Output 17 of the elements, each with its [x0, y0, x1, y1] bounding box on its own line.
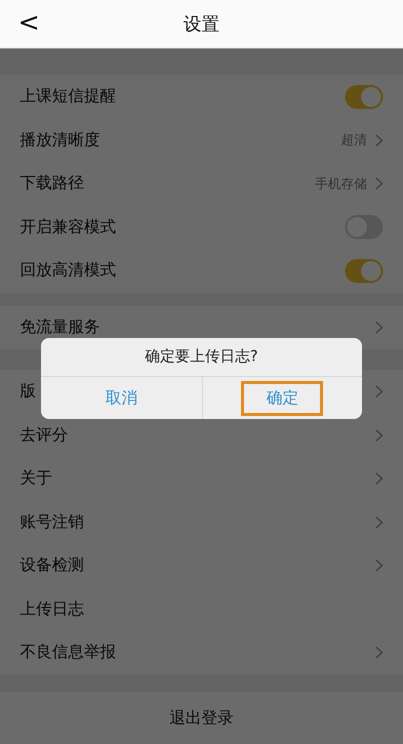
row-label: 回放高清模式 [20, 260, 116, 282]
dialog-message: 确定要上传日志? [145, 346, 258, 367]
row-label: 免流量服务 [20, 316, 100, 338]
row-label: 版 [20, 381, 36, 402]
row-label: 关于 [20, 468, 52, 490]
row-label: 上传日志 [20, 598, 84, 620]
row-label: 播放清晰度 [20, 130, 100, 151]
row-label: 下载路径 [20, 173, 84, 194]
row-label: 设备检测 [20, 555, 84, 576]
row-label: 去评分 [20, 424, 68, 446]
row-value: 超清 [341, 132, 367, 150]
row-label: 账号注销 [20, 512, 84, 533]
row-label: 开启兼容模式 [20, 216, 116, 238]
row-value: 手机存储 [315, 176, 367, 193]
row-label: 上课短信提醒 [20, 86, 116, 108]
page-title: 设置 [184, 13, 220, 36]
row-label: 不良信息举报 [20, 642, 116, 664]
